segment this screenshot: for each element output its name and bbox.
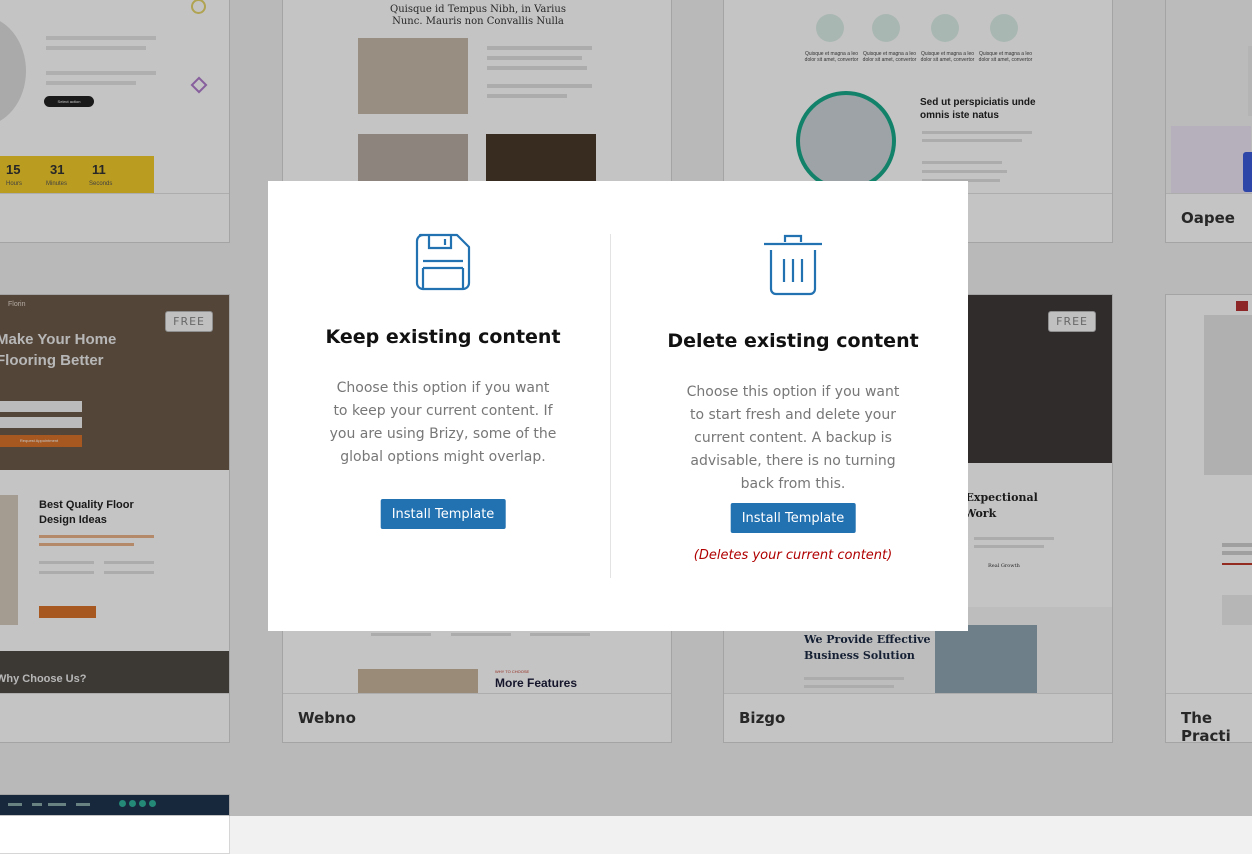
delete-content-description: Choose this option if you want to start … — [686, 384, 900, 492]
option-divider — [610, 234, 611, 578]
install-template-keep-button[interactable]: Install Template — [380, 499, 506, 529]
keep-content-description: Choose this option if you want to keep y… — [329, 380, 557, 465]
install-template-delete-button[interactable]: Install Template — [730, 503, 856, 533]
floppy-disk-icon — [415, 233, 471, 291]
keep-content-title: Keep existing content — [325, 326, 561, 348]
delete-content-title: Delete existing content — [667, 330, 919, 352]
delete-warning: (Deletes your current content) — [693, 548, 893, 563]
keep-content-option: Keep existing content Choose this option… — [268, 181, 618, 631]
import-options-dialog: Keep existing content Choose this option… — [268, 181, 968, 631]
delete-content-option: Delete existing content Choose this opti… — [618, 181, 968, 631]
trash-icon — [764, 234, 822, 296]
